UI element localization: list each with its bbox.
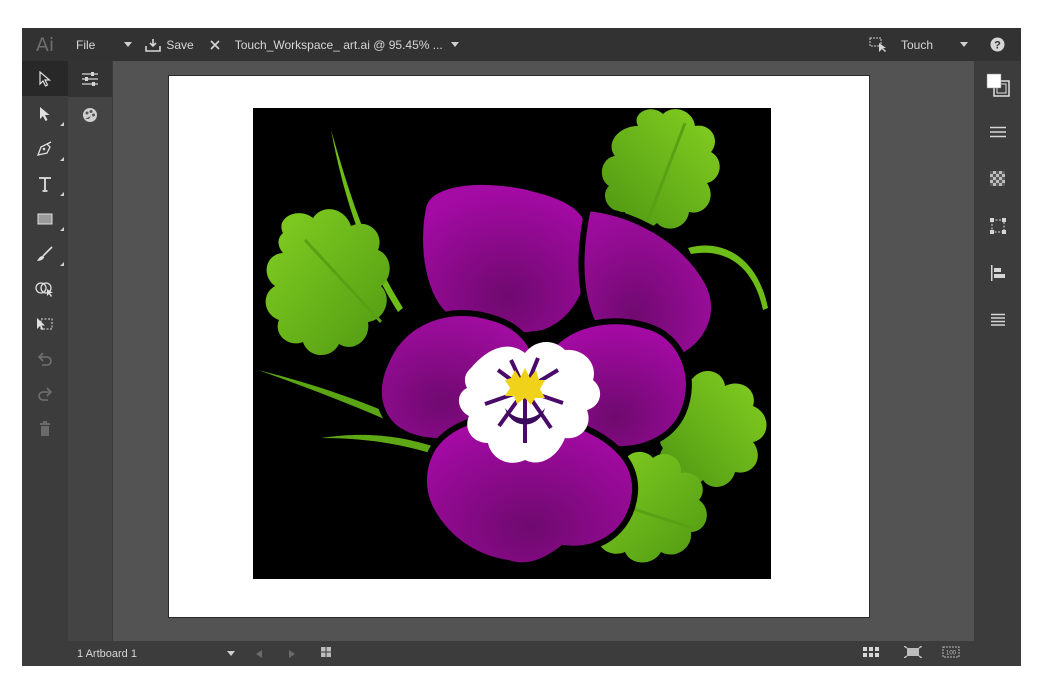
fit-artboard-button[interactable] [903,645,923,661]
type-tool-icon [39,176,51,192]
view-grid-button[interactable] [863,646,879,661]
transparency-icon [990,171,1005,186]
close-icon [210,39,220,50]
canvas-area[interactable] [113,61,973,641]
document-title: Touch_Workspace_ art.ai @ 95.45% ... [234,37,443,52]
status-bar: 1 Artboard 1 100 [68,641,974,666]
layers-list-icon [990,313,1005,326]
delete-button[interactable] [22,411,68,446]
grid-icon [863,646,879,657]
touch-workspace-icon [869,37,886,52]
illustrator-window: Ai File Save Touch_Workspace_ art.ai @ 9… [22,28,1021,666]
actual-size-icon: 100 [942,646,960,658]
brush-tool-icon [37,245,53,261]
selection-tool[interactable] [22,61,68,96]
palette-icon [83,108,97,122]
selection-tool-icon [39,70,52,87]
chevron-down-icon [226,651,235,656]
save-icon [145,38,162,52]
properties-panel-button[interactable] [68,61,112,97]
transparency-panel-button[interactable] [974,155,1021,202]
color-themes-button[interactable] [68,97,112,133]
transform-tool-icon [37,317,53,330]
align-panel-button[interactable] [974,249,1021,296]
app-logo: Ai [35,33,55,56]
type-tool[interactable] [22,166,68,201]
help-button[interactable]: ? [990,37,1005,52]
transform-bounds-icon [989,217,1006,234]
properties-strip [68,61,113,641]
shape-builder-tool[interactable] [22,271,68,306]
brush-tool[interactable] [22,236,68,271]
pansy-artwork[interactable] [253,108,771,579]
pen-tool[interactable] [22,131,68,166]
svg-text:100: 100 [946,651,957,657]
save-label: Save [166,37,194,52]
tool-flyout-indicator [60,157,64,161]
stroke-panel-button[interactable] [974,108,1021,155]
leaf-left [265,209,390,356]
undo-icon [37,351,52,366]
menu-bar: Ai File Save Touch_Workspace_ art.ai @ 9… [22,28,1021,61]
svg-text:?: ? [994,39,1001,51]
tool-flyout-indicator [60,192,64,196]
save-button[interactable]: Save [145,37,194,52]
tools-panel [22,61,68,666]
redo-icon [38,386,53,401]
direct-selection-tool-icon [40,106,50,121]
pansy-illustration [258,109,768,569]
next-artboard-button[interactable] [288,647,296,661]
undo-button[interactable] [22,341,68,376]
artboard-navigator-label: 1 Artboard 1 [77,647,137,660]
chevron-down-icon [124,42,133,47]
workspace-label: Touch [900,37,933,52]
close-document-button[interactable] [210,39,220,50]
align-icon [990,264,1005,281]
transform-tool[interactable] [22,306,68,341]
file-menu-label: File [76,37,96,52]
direct-selection-tool[interactable] [22,96,68,131]
right-panel [974,61,1021,666]
fit-screen-icon [903,645,923,659]
chevron-down-icon [960,42,968,47]
chevron-down-icon [450,42,459,47]
leaf-top-right [601,109,720,229]
zoom-100-button[interactable]: 100 [942,646,960,661]
artboard[interactable] [169,76,869,617]
tool-flyout-indicator [60,122,64,126]
pen-tool-icon [36,140,52,156]
rectangle-tool[interactable] [22,201,68,236]
delete-icon [40,421,50,436]
tool-flyout-indicator [60,227,64,231]
sliders-icon [82,72,98,86]
workspace-switcher[interactable]: Touch [869,37,968,53]
previous-artboard-button[interactable] [255,647,263,661]
fill-stroke-swatch[interactable] [974,61,1021,108]
triangle-left-icon [255,649,262,658]
rectangle-tool-icon [37,213,53,224]
file-menu[interactable]: File [76,38,95,52]
layers-panel-button[interactable] [974,296,1021,343]
document-tab[interactable]: Touch_Workspace_ art.ai @ 95.45% ... [235,38,459,52]
triangle-right-icon [288,649,295,658]
file-menu-dropdown[interactable] [124,42,133,47]
shape-builder-tool-icon [35,281,53,297]
redo-button[interactable] [22,376,68,411]
new-artboard-button[interactable] [320,646,332,661]
transform-panel-button[interactable] [974,202,1021,249]
fill-stroke-icon [986,73,1010,97]
artboard-icon [320,647,331,657]
artboard-dropdown[interactable] [226,651,235,656]
help-icon: ? [990,37,1005,52]
tool-flyout-indicator [60,262,64,266]
stroke-lines-icon [989,126,1006,137]
